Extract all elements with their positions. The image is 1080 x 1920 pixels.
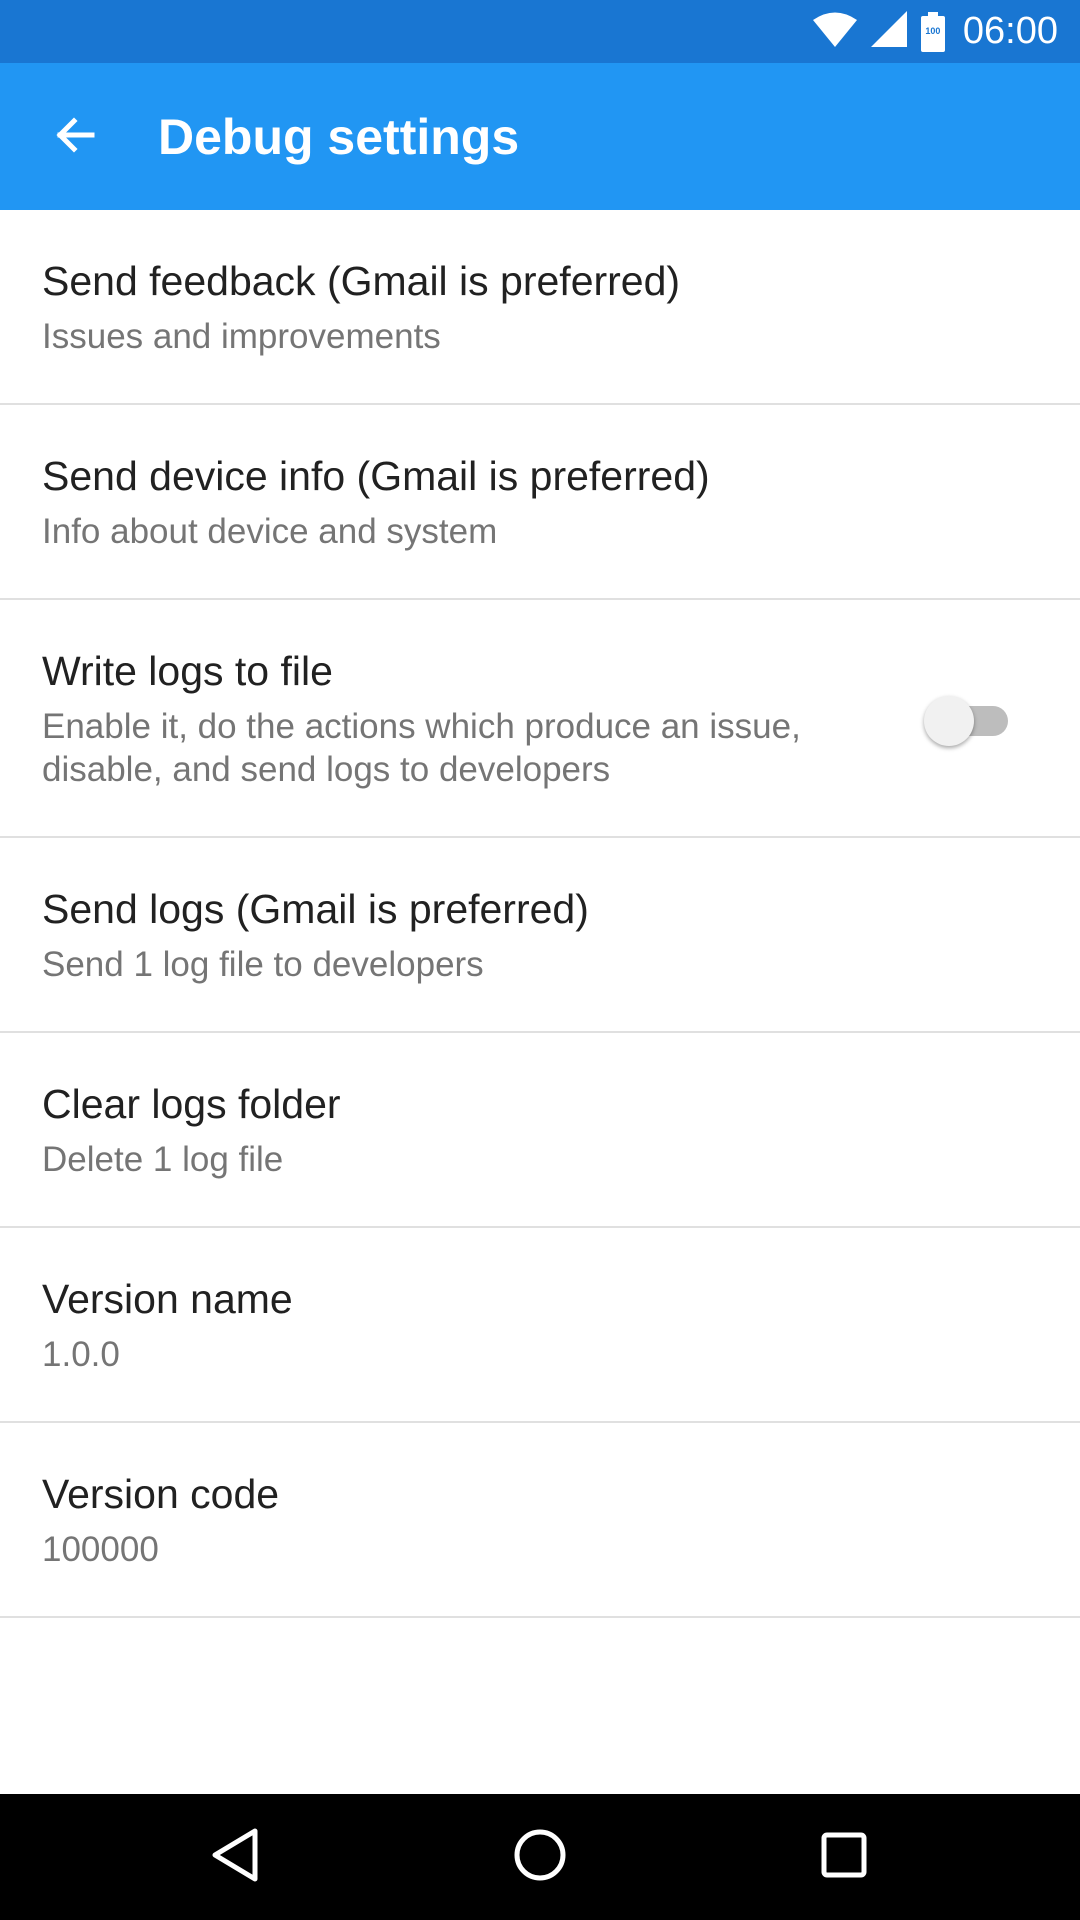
page-title: Debug settings <box>158 108 520 165</box>
back-triangle-icon <box>209 1827 261 1888</box>
settings-list: Send feedback (Gmail is preferred) Issue… <box>0 210 1080 1618</box>
clock: 06:00 <box>962 10 1058 52</box>
nav-home-button[interactable] <box>499 1816 581 1898</box>
setting-summary: 1.0.0 <box>42 1335 120 1374</box>
status-icons: 100 06:00 <box>812 0 1058 63</box>
setting-write-logs[interactable]: Write logs to file Enable it, do the act… <box>0 600 1080 838</box>
setting-clear-logs[interactable]: Clear logs folder Delete 1 log file <box>0 1033 1080 1228</box>
wifi-icon <box>812 11 857 52</box>
battery-level: 100 <box>925 25 941 36</box>
battery-icon: 100 <box>920 11 945 52</box>
setting-summary: Issues and improvements <box>42 317 441 356</box>
setting-title: Write logs to file <box>42 648 333 694</box>
setting-title: Clear logs folder <box>42 1081 341 1127</box>
setting-title: Send logs (Gmail is preferred) <box>42 886 589 932</box>
setting-summary: Delete 1 log file <box>42 1140 284 1179</box>
setting-summary: Enable it, do the actions which produce … <box>42 707 801 789</box>
recents-square-icon <box>820 1831 868 1884</box>
setting-summary: 100000 <box>42 1530 159 1569</box>
setting-title: Send feedback (Gmail is preferred) <box>42 258 681 304</box>
setting-send-logs[interactable]: Send logs (Gmail is preferred) Send 1 lo… <box>0 838 1080 1033</box>
setting-summary: Info about device and system <box>42 512 498 551</box>
cell-signal-icon <box>870 11 907 52</box>
home-circle-icon <box>513 1828 567 1887</box>
navigation-bar <box>0 1794 1080 1920</box>
setting-send-device-info[interactable]: Send device info (Gmail is preferred) In… <box>0 405 1080 600</box>
setting-title: Version name <box>42 1276 293 1322</box>
setting-send-feedback[interactable]: Send feedback (Gmail is preferred) Issue… <box>0 210 1080 405</box>
arrow-back-icon <box>50 111 98 164</box>
setting-title: Send device info (Gmail is preferred) <box>42 453 710 499</box>
status-bar: 100 06:00 <box>0 0 1080 63</box>
setting-summary: Send 1 log file to developers <box>42 945 484 984</box>
app-bar: Debug settings <box>0 63 1080 210</box>
nav-back-button[interactable] <box>194 1816 276 1898</box>
setting-title: Version code <box>42 1471 280 1517</box>
nav-recents-button[interactable] <box>803 1816 885 1898</box>
back-button[interactable] <box>30 93 118 181</box>
setting-version-code[interactable]: Version code 100000 <box>0 1423 1080 1618</box>
switch-thumb <box>924 696 974 746</box>
write-logs-switch[interactable] <box>924 696 1010 746</box>
setting-version-name[interactable]: Version name 1.0.0 <box>0 1228 1080 1423</box>
